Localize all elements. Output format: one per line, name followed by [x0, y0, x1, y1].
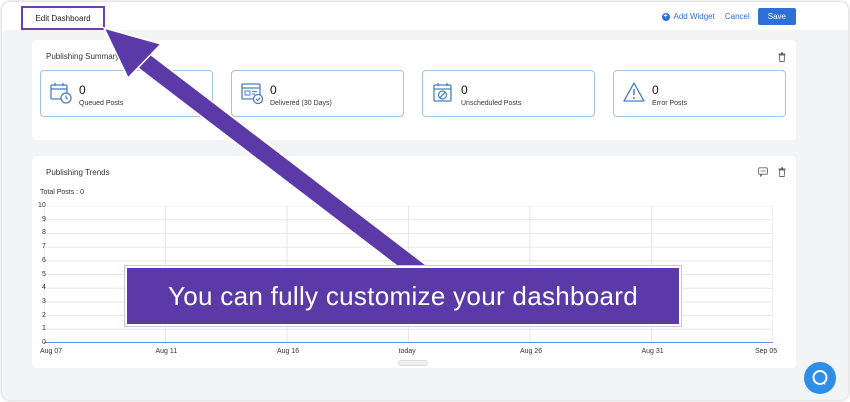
stat-error-posts[interactable]: 0 Error Posts: [613, 70, 786, 117]
delivered-check-icon: [241, 83, 264, 105]
add-widget-label: Add Widget: [673, 12, 715, 21]
stat-label: Delivered (30 Days): [270, 100, 332, 107]
stat-value: 0: [461, 83, 468, 97]
x-tick-label: Aug 16: [277, 348, 300, 355]
resize-handle[interactable]: [398, 360, 428, 366]
y-tick-label: 10: [38, 202, 46, 209]
y-tick-label: 9: [42, 215, 46, 223]
trash-icon[interactable]: [778, 52, 786, 62]
cancel-button[interactable]: Cancel: [725, 12, 750, 21]
chat-bubble-icon: [812, 370, 828, 385]
publishing-trends-title: Publishing Trends: [46, 168, 110, 177]
warning-triangle-icon: [623, 82, 645, 102]
x-tick-label: Sep 05: [755, 348, 778, 355]
stat-unscheduled-posts[interactable]: 0 Unscheduled Posts: [422, 70, 595, 117]
x-tick-label: Aug 31: [641, 348, 664, 355]
help-chat-button[interactable]: [804, 362, 836, 394]
x-tick-label: today: [398, 348, 416, 355]
stat-delivered-posts[interactable]: 0 Delivered (30 Days): [231, 70, 404, 117]
x-tick-label: Aug 26: [520, 348, 543, 355]
stat-label: Queued Posts: [79, 100, 124, 107]
stat-label: Unscheduled Posts: [461, 100, 522, 107]
top-bar: Edit Dashboard + Add Widget Cancel Save: [2, 2, 848, 30]
y-tick-label: 4: [42, 284, 46, 292]
y-tick-label: 0: [42, 339, 46, 346]
y-tick-label: 3: [42, 297, 46, 305]
save-button[interactable]: Save: [757, 8, 796, 25]
annotation-banner: You can fully customize your dashboard: [125, 266, 681, 326]
x-tick-label: Aug 07: [40, 348, 63, 355]
y-tick-label: 8: [42, 229, 46, 237]
stat-value: 0: [652, 83, 659, 97]
stat-value: 0: [270, 83, 277, 97]
publishing-summary-title: Publishing Summary: [46, 52, 120, 61]
y-tick-label: 5: [42, 270, 46, 278]
y-tick-label: 2: [42, 311, 46, 319]
y-tick-label: 1: [42, 325, 46, 333]
add-widget-button[interactable]: + Add Widget: [661, 12, 715, 21]
trash-icon[interactable]: [778, 167, 786, 177]
stat-queued-posts[interactable]: 0 Queued Posts: [40, 70, 213, 117]
edit-dashboard-tab[interactable]: Edit Dashboard: [21, 6, 105, 30]
plus-icon: +: [661, 12, 670, 21]
y-tick-label: 6: [42, 256, 46, 264]
stat-value: 0: [79, 83, 86, 97]
stat-label: Error Posts: [652, 100, 688, 107]
top-actions: + Add Widget Cancel Save: [661, 8, 796, 25]
calendar-slash-icon: [433, 83, 452, 102]
calendar-clock-icon: [50, 83, 72, 104]
y-tick-label: 7: [42, 243, 46, 251]
total-posts-label: Total Posts : 0: [40, 189, 84, 196]
x-tick-label: Aug 11: [155, 348, 178, 355]
comment-icon[interactable]: [758, 167, 768, 177]
